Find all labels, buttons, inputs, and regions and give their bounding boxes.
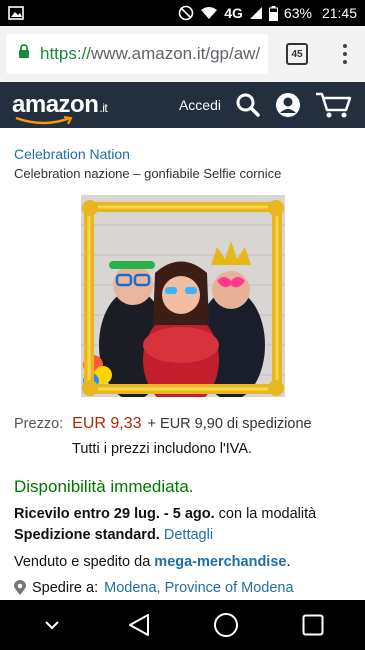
- seller-link[interactable]: mega-merchandise: [154, 554, 286, 570]
- browser-toolbar: https://www.amazon.it/gp/aw/ 45: [0, 26, 365, 82]
- status-bar: 4G 63% 21:45: [0, 0, 365, 26]
- do-not-disturb-icon: [178, 5, 194, 21]
- availability-status: Disponibilità immediata.: [14, 477, 194, 496]
- lock-icon: [18, 44, 30, 64]
- battery-percent: 63%: [283, 5, 312, 21]
- signal-icon: [249, 6, 263, 20]
- delivery-mid-text: con la modalità: [214, 506, 317, 522]
- url-text: www.amazon.it/gp/aw/: [91, 44, 261, 63]
- seller-info: Venduto e spedito da mega-merchandise.: [14, 554, 351, 570]
- price-row: Prezzo: EUR 9,33 + EUR 9,90 di spedizion…: [14, 415, 351, 433]
- account-icon[interactable]: [275, 92, 301, 118]
- back-icon[interactable]: [117, 605, 161, 645]
- price-value: EUR 9,33: [72, 415, 142, 432]
- system-nav-bar: [0, 600, 365, 650]
- logo-text: amazon: [12, 91, 99, 118]
- product-detail: Celebration Nation Celebration nazione –…: [0, 128, 365, 600]
- sold-by-label: Venduto e spedito da: [14, 554, 155, 570]
- url-scheme: https://: [40, 44, 92, 63]
- signin-link[interactable]: Accedi: [179, 97, 221, 113]
- amazon-smile-icon: [15, 116, 73, 125]
- network-type: 4G: [224, 5, 243, 21]
- shipping-cost: + EUR 9,90 di spedizione: [147, 416, 312, 432]
- sold-by-suffix: .: [286, 554, 291, 570]
- ship-to-label: Spedire a:: [32, 580, 99, 596]
- image-notification-icon: [8, 6, 24, 20]
- clock: 21:45: [321, 5, 357, 21]
- delivery-info: Ricevilo entro 29 lug. - 5 ago. con la m…: [14, 504, 351, 546]
- delivery-method: Spedizione standard.: [14, 527, 160, 543]
- amazon-logo[interactable]: amazon.it: [12, 91, 108, 125]
- ship-to-row[interactable]: Spedire a: Modena, Province of Modena: [14, 580, 351, 596]
- ship-to-location[interactable]: Modena, Province of Modena: [104, 580, 293, 596]
- price-label: Prezzo:: [14, 416, 64, 432]
- location-pin-icon: [14, 580, 26, 596]
- search-icon[interactable]: [235, 92, 261, 118]
- logo-tld: .it: [99, 101, 108, 115]
- product-title: Celebration nazione – gonfiabile Selfie …: [14, 166, 282, 181]
- recents-icon[interactable]: [291, 605, 335, 645]
- overflow-menu-icon[interactable]: [343, 44, 347, 64]
- product-image[interactable]: [80, 195, 285, 397]
- battery-icon: [268, 5, 278, 21]
- chevron-down-icon[interactable]: [30, 605, 74, 645]
- brand-link[interactable]: Celebration Nation: [14, 146, 351, 162]
- wifi-icon: [200, 6, 218, 20]
- home-icon[interactable]: [204, 605, 248, 645]
- tab-switcher-button[interactable]: 45: [286, 43, 308, 65]
- cart-icon[interactable]: [315, 91, 353, 119]
- delivery-date-range: Ricevilo entro 29 lug. - 5 ago.: [14, 506, 215, 522]
- amazon-header: amazon.it Accedi: [0, 82, 365, 128]
- tax-note: Tutti i prezzi includono l'IVA.: [72, 441, 253, 457]
- address-bar[interactable]: https://www.amazon.it/gp/aw/: [6, 34, 268, 74]
- details-link[interactable]: Dettagli: [164, 527, 213, 543]
